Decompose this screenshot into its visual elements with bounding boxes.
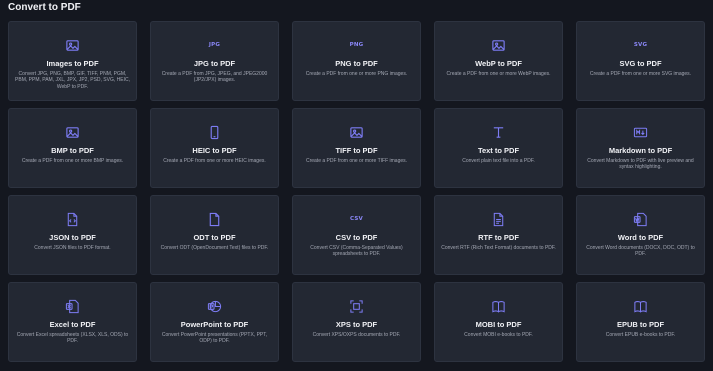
converter-card-images-to-pdf[interactable]: Images to PDF Convert JPG, PNG, BMP, GIF,…: [8, 21, 137, 101]
card-title: PowerPoint to PDF: [180, 320, 249, 329]
converter-card-rtf-to-pdf[interactable]: RTF to PDF Convert RTF (Rich Text Format)…: [434, 195, 563, 275]
converter-card-json-to-pdf[interactable]: JSON to PDF Convert JSON files to PDF for…: [8, 195, 137, 275]
card-description: Convert XPS/OXPS documents to PDF.: [312, 332, 401, 338]
card-description: Create a PDF from one or more TIFF image…: [305, 158, 408, 164]
card-title: MOBI to PDF: [475, 320, 522, 329]
converter-card-word-to-pdf[interactable]: Word to PDF Convert Word documents (DOCX,…: [576, 195, 705, 275]
icon-label: PNG: [349, 42, 364, 48]
image-icon: [349, 124, 365, 140]
card-description: Create a PDF from one or more HEIC image…: [163, 158, 266, 164]
xps-icon: [349, 298, 365, 314]
code-file-icon: [65, 211, 81, 227]
card-title: RTF to PDF: [478, 233, 519, 242]
converter-card-png-to-pdf[interactable]: PNG PNG to PDF Create a PDF from one or mo…: [292, 21, 421, 101]
book-icon: [491, 298, 507, 314]
converter-card-powerpoint-to-pdf[interactable]: PowerPoint to PDF Convert PowerPoint pres…: [150, 282, 279, 362]
excel-icon: [65, 298, 81, 314]
card-title: Excel to PDF: [49, 320, 96, 329]
card-title: JPG to PDF: [193, 59, 236, 68]
converter-card-bmp-to-pdf[interactable]: BMP to PDF Create a PDF from one or more …: [8, 108, 137, 188]
converter-card-heic-to-pdf[interactable]: HEIC to PDF Create a PDF from one or more…: [150, 108, 279, 188]
icon-label: JPG: [208, 42, 221, 48]
card-description: Convert JPG, PNG, BMP, GIF, TIFF, PNM, P…: [15, 71, 130, 90]
card-description: Create a PDF from one or more PNG images…: [305, 71, 408, 77]
image-icon: [65, 37, 81, 53]
converter-card-webp-to-pdf[interactable]: WebP to PDF Create a PDF from one or more…: [434, 21, 563, 101]
card-description: Create a PDF from JPG, JPEG, and JPEG200…: [161, 71, 268, 84]
card-description: Convert CSV (Comma-Separated Values) spr…: [310, 245, 403, 258]
card-title: JSON to PDF: [49, 233, 96, 242]
card-title: ODT to PDF: [193, 233, 236, 242]
converter-card-markdown-to-pdf[interactable]: Markdown to PDF Convert Markdown to PDF w…: [576, 108, 705, 188]
svg-icon: SVG: [633, 37, 649, 53]
card-description: Convert RTF (Rich Text Format) documents…: [441, 245, 556, 251]
card-title: TIFF to PDF: [335, 146, 378, 155]
card-description: Convert Markdown to PDF with live previe…: [587, 158, 694, 171]
card-title: CSV to PDF: [335, 233, 378, 242]
card-description: Convert Word documents (DOCX, DOC, ODT) …: [586, 245, 695, 258]
book-icon: [633, 298, 649, 314]
converter-card-epub-to-pdf[interactable]: EPUB to PDF Convert EPUB e-books to PDF.: [576, 282, 705, 362]
card-title: Markdown to PDF: [608, 146, 673, 155]
card-title: HEIC to PDF: [192, 146, 237, 155]
card-description: Convert EPUB e-books to PDF.: [605, 332, 676, 338]
card-description: Create a PDF from one or more BMP images…: [21, 158, 124, 164]
card-title: WebP to PDF: [475, 59, 522, 68]
converter-card-mobi-to-pdf[interactable]: MOBI to PDF Convert MOBI e-books to PDF.: [434, 282, 563, 362]
card-title: Word to PDF: [617, 233, 664, 242]
converter-card-xps-to-pdf[interactable]: XPS to PDF Convert XPS/OXPS documents to …: [292, 282, 421, 362]
converter-card-jpg-to-pdf[interactable]: JPG JPG to PDF Create a PDF from JPG, JPEG…: [150, 21, 279, 101]
card-title: BMP to PDF: [51, 146, 94, 155]
card-title: EPUB to PDF: [616, 320, 665, 329]
converter-card-csv-to-pdf[interactable]: CSV CSV to PDF Convert CSV (Comma-Separate…: [292, 195, 421, 275]
jpg-icon: JPG: [207, 37, 223, 53]
card-description: Convert JSON files to PDF format.: [34, 245, 111, 251]
page-title: Convert to PDF: [8, 2, 81, 13]
powerpoint-icon: [207, 298, 223, 314]
card-description: Convert ODT (OpenDocument Text) files to…: [160, 245, 269, 251]
word-icon: [633, 211, 649, 227]
card-description: Convert Excel spreadsheets (XLSX, XLS, O…: [16, 332, 129, 345]
text-icon: [491, 124, 507, 140]
card-description: Create a PDF from one or more SVG images…: [589, 71, 692, 77]
converter-card-excel-to-pdf[interactable]: Excel to PDF Convert Excel spreadsheets (…: [8, 282, 137, 362]
converter-card-text-to-pdf[interactable]: Text to PDF Convert plain text file into …: [434, 108, 563, 188]
card-title: SVG to PDF: [619, 59, 662, 68]
markdown-icon: [633, 124, 649, 140]
webp-image-icon: [491, 37, 507, 53]
icon-label: SVG: [633, 42, 648, 48]
card-description: Create a PDF from one or more WebP image…: [446, 71, 551, 77]
png-icon: PNG: [349, 37, 365, 53]
card-title: PNG to PDF: [335, 59, 378, 68]
document-icon: [207, 211, 223, 227]
card-title: Images to PDF: [46, 59, 99, 68]
csv-icon: CSV: [349, 211, 365, 227]
card-description: Convert MOBI e-books to PDF.: [464, 332, 533, 338]
converter-grid: Images to PDF Convert JPG, PNG, BMP, GIF,…: [8, 21, 713, 362]
converter-card-svg-to-pdf[interactable]: SVG SVG to PDF Create a PDF from one or mo…: [576, 21, 705, 101]
icon-label: CSV: [350, 216, 363, 222]
converter-card-odt-to-pdf[interactable]: ODT to PDF Convert ODT (OpenDocument Text…: [150, 195, 279, 275]
card-description: Convert PowerPoint presentations (PPTX, …: [161, 332, 268, 345]
text-file-icon: [491, 211, 507, 227]
card-title: Text to PDF: [477, 146, 520, 155]
converter-card-tiff-to-pdf[interactable]: TIFF to PDF Create a PDF from one or more…: [292, 108, 421, 188]
card-title: XPS to PDF: [335, 320, 378, 329]
image-icon: [65, 124, 81, 140]
card-description: Convert plain text file into a PDF.: [462, 158, 535, 164]
phone-icon: [207, 124, 223, 140]
